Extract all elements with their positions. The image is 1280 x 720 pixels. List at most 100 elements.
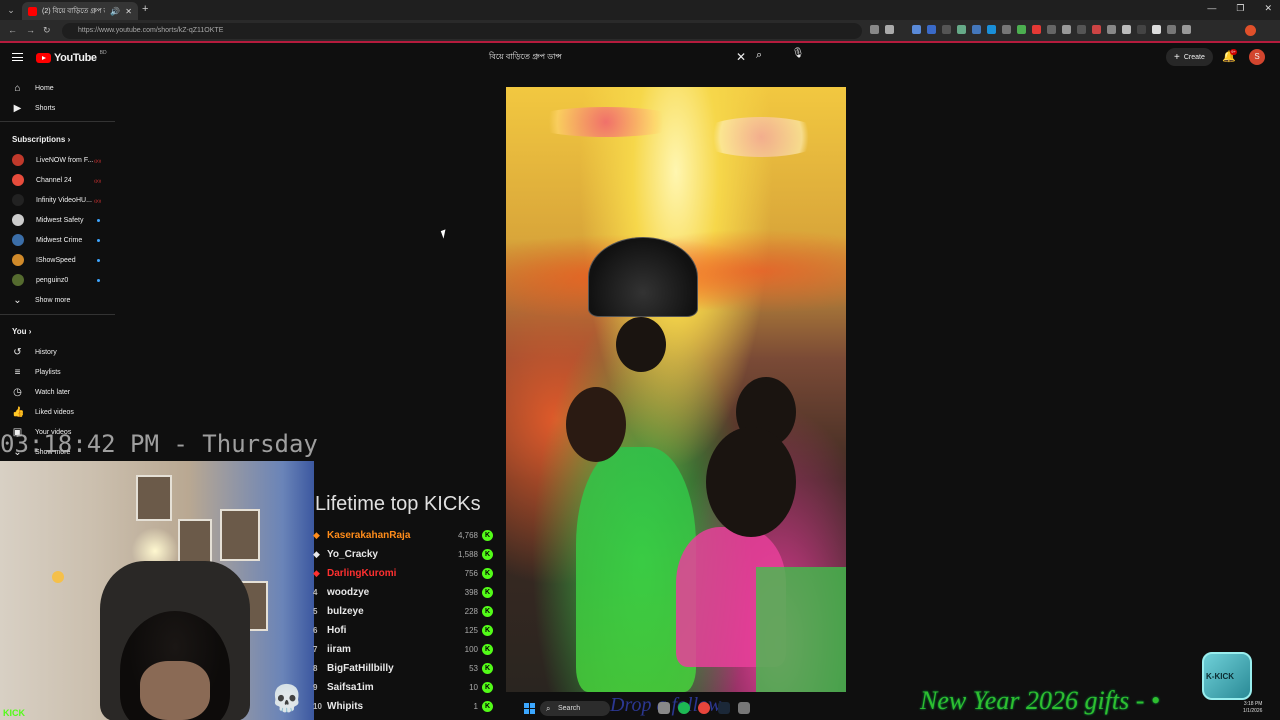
kick-coin-icon: K [482,682,493,693]
show-more-label: Show more [35,296,71,304]
leaderboard-username: Yo_Cracky [327,549,378,560]
sidebar-subscription-item[interactable]: penguinz0 [0,270,115,290]
menu-icon[interactable] [12,53,23,61]
create-button[interactable]: + Create [1166,48,1213,66]
shorts-video-player[interactable] [506,87,846,692]
channel-avatar [12,214,24,226]
thumbs-up-icon: 👍 [12,406,25,418]
extension-icon[interactable] [927,25,936,34]
clear-search-icon[interactable]: ✕ [732,50,750,64]
taskbar-time: 3:18 PM [1243,701,1263,707]
sidebar-item-watch-later[interactable]: ◷ Watch later [0,382,115,402]
extension-icon[interactable] [1032,25,1041,34]
rank-number: 5 [313,607,318,616]
kick-count: 53 [469,664,478,673]
live-indicator-icon: ((•)) [94,157,101,163]
reload-icon[interactable]: ↻ [43,25,51,36]
profile-icon[interactable] [1245,25,1256,36]
search-icon: ⌕ [546,704,551,713]
bookmark-star-icon[interactable] [885,25,894,34]
sidebar-subscription-item[interactable]: LiveNOW from F... ((•)) [0,150,115,170]
rank-number: 7 [313,645,318,654]
you-heading[interactable]: You › [12,327,31,336]
steam-icon[interactable] [718,702,730,714]
window-controls: — ❐ ✕ [1207,3,1272,14]
sidebar-item-label: Playlists [35,368,61,376]
chrome-icon[interactable] [698,702,710,714]
puzzle-icon[interactable] [1182,25,1191,34]
new-content-dot [97,238,100,242]
extension-icon[interactable] [972,25,981,34]
flower-decoration [696,117,826,157]
extension-icon[interactable] [1047,25,1056,34]
sidebar-item-shorts[interactable]: ▶ Shorts [0,98,115,118]
taskbar-search[interactable]: ⌕ Search [540,701,610,716]
new-content-dot [97,278,100,282]
microphone-icon[interactable]: 🎙 [791,48,805,64]
extension-icon[interactable] [912,25,921,34]
windows-start-icon[interactable] [524,703,535,714]
cast-icon[interactable] [870,25,879,34]
extension-icon[interactable] [1122,25,1131,34]
maximize-button[interactable]: ❐ [1236,3,1244,14]
close-window-button[interactable]: ✕ [1264,3,1272,14]
back-arrow-icon[interactable]: ← [8,25,17,35]
account-avatar[interactable]: S [1249,49,1265,65]
subscriptions-heading[interactable]: Subscriptions › [12,135,70,144]
extension-icon[interactable] [1167,25,1176,34]
extension-icon[interactable] [987,25,996,34]
leaderboard-row: 10 Whipits 1 K [313,697,493,716]
kick-count: 1 [473,702,478,711]
dancer-head [566,387,626,462]
tab-search-icon[interactable]: ⌄ [4,3,18,17]
rank-gem-icon: ◆ [313,568,320,578]
leaderboard-username: BigFatHillbilly [327,663,394,674]
sidebar-subscription-item[interactable]: IShowSpeed [0,250,115,270]
forward-arrow-icon[interactable]: → [26,25,35,35]
minimize-button[interactable]: — [1207,3,1216,14]
sidebar-item-liked-videos[interactable]: 👍 Liked videos [0,402,115,422]
task-view-icon[interactable] [658,702,670,714]
sidebar-item-history[interactable]: ↺ History [0,342,115,362]
taskbar-date: 1/1/2026 [1243,708,1263,714]
spotify-icon[interactable] [678,702,690,714]
extension-icon[interactable] [1062,25,1071,34]
channel-name: LiveNOW from F... [36,156,94,164]
kick-count: 228 [464,607,478,616]
sidebar-subscription-item[interactable]: Channel 24 ((•)) [0,170,115,190]
extension-icon[interactable] [1107,25,1116,34]
search-icon[interactable]: ⌕ [756,49,762,62]
extension-icon[interactable] [1002,25,1011,34]
tab-title: (2) বিয়ে বাড়িতে গ্রুপ ডান্স [42,8,105,15]
kick-count: 125 [464,626,478,635]
stream-clock: 03:18:42 PM - Thursday [0,430,318,458]
search-input[interactable]: বিয়ে বাড়িতে গ্রুপ ডান্স ✕ [480,47,750,67]
extension-icon[interactable] [942,25,951,34]
youtube-logo[interactable]: YouTube BD [36,50,107,64]
tab-audio-icon[interactable]: 🔊 [110,7,120,16]
extension-icon[interactable] [1137,25,1146,34]
sidebar-subscription-item[interactable]: Midwest Crime [0,230,115,250]
subscriptions-heading-label: Subscriptions [12,135,66,144]
sidebar-item-home[interactable]: ⌂ Home [0,78,115,98]
extension-icon[interactable] [1092,25,1101,34]
show-more-button[interactable]: ⌄ Show more [0,290,115,310]
url-field[interactable]: https://www.youtube.com/shorts/kZ-qZ11OK… [62,23,862,39]
extension-icon[interactable] [957,25,966,34]
browser-tab[interactable]: (2) বিয়ে বাড়িতে গ্রুপ ডান্স 🔊 ✕ [22,2,138,20]
extension-icon[interactable] [1152,25,1161,34]
leaderboard-username: woodzye [327,587,370,598]
channel-avatar [12,234,24,246]
sidebar-item-playlists[interactable]: ≡ Playlists [0,362,115,382]
sidebar-subscription-item[interactable]: Infinity VideoHU... ((•)) [0,190,115,210]
youtube-header: YouTube BD বিয়ে বাড়িতে গ্রুপ ডান্স ✕ ⌕… [0,43,1280,73]
leaderboard-row: 5 bulzeye 228 K [313,602,493,621]
search-query: বিয়ে বাড়িতে গ্রুপ ডান্স [489,51,562,61]
new-tab-button[interactable]: + [142,3,148,15]
rank-number: 6 [313,626,318,635]
extension-icon[interactable] [1017,25,1026,34]
tab-close-icon[interactable]: ✕ [125,7,132,16]
settings-gear-icon[interactable] [738,702,750,714]
extension-icon[interactable] [1077,25,1086,34]
sidebar-subscription-item[interactable]: Midwest Safety [0,210,115,230]
